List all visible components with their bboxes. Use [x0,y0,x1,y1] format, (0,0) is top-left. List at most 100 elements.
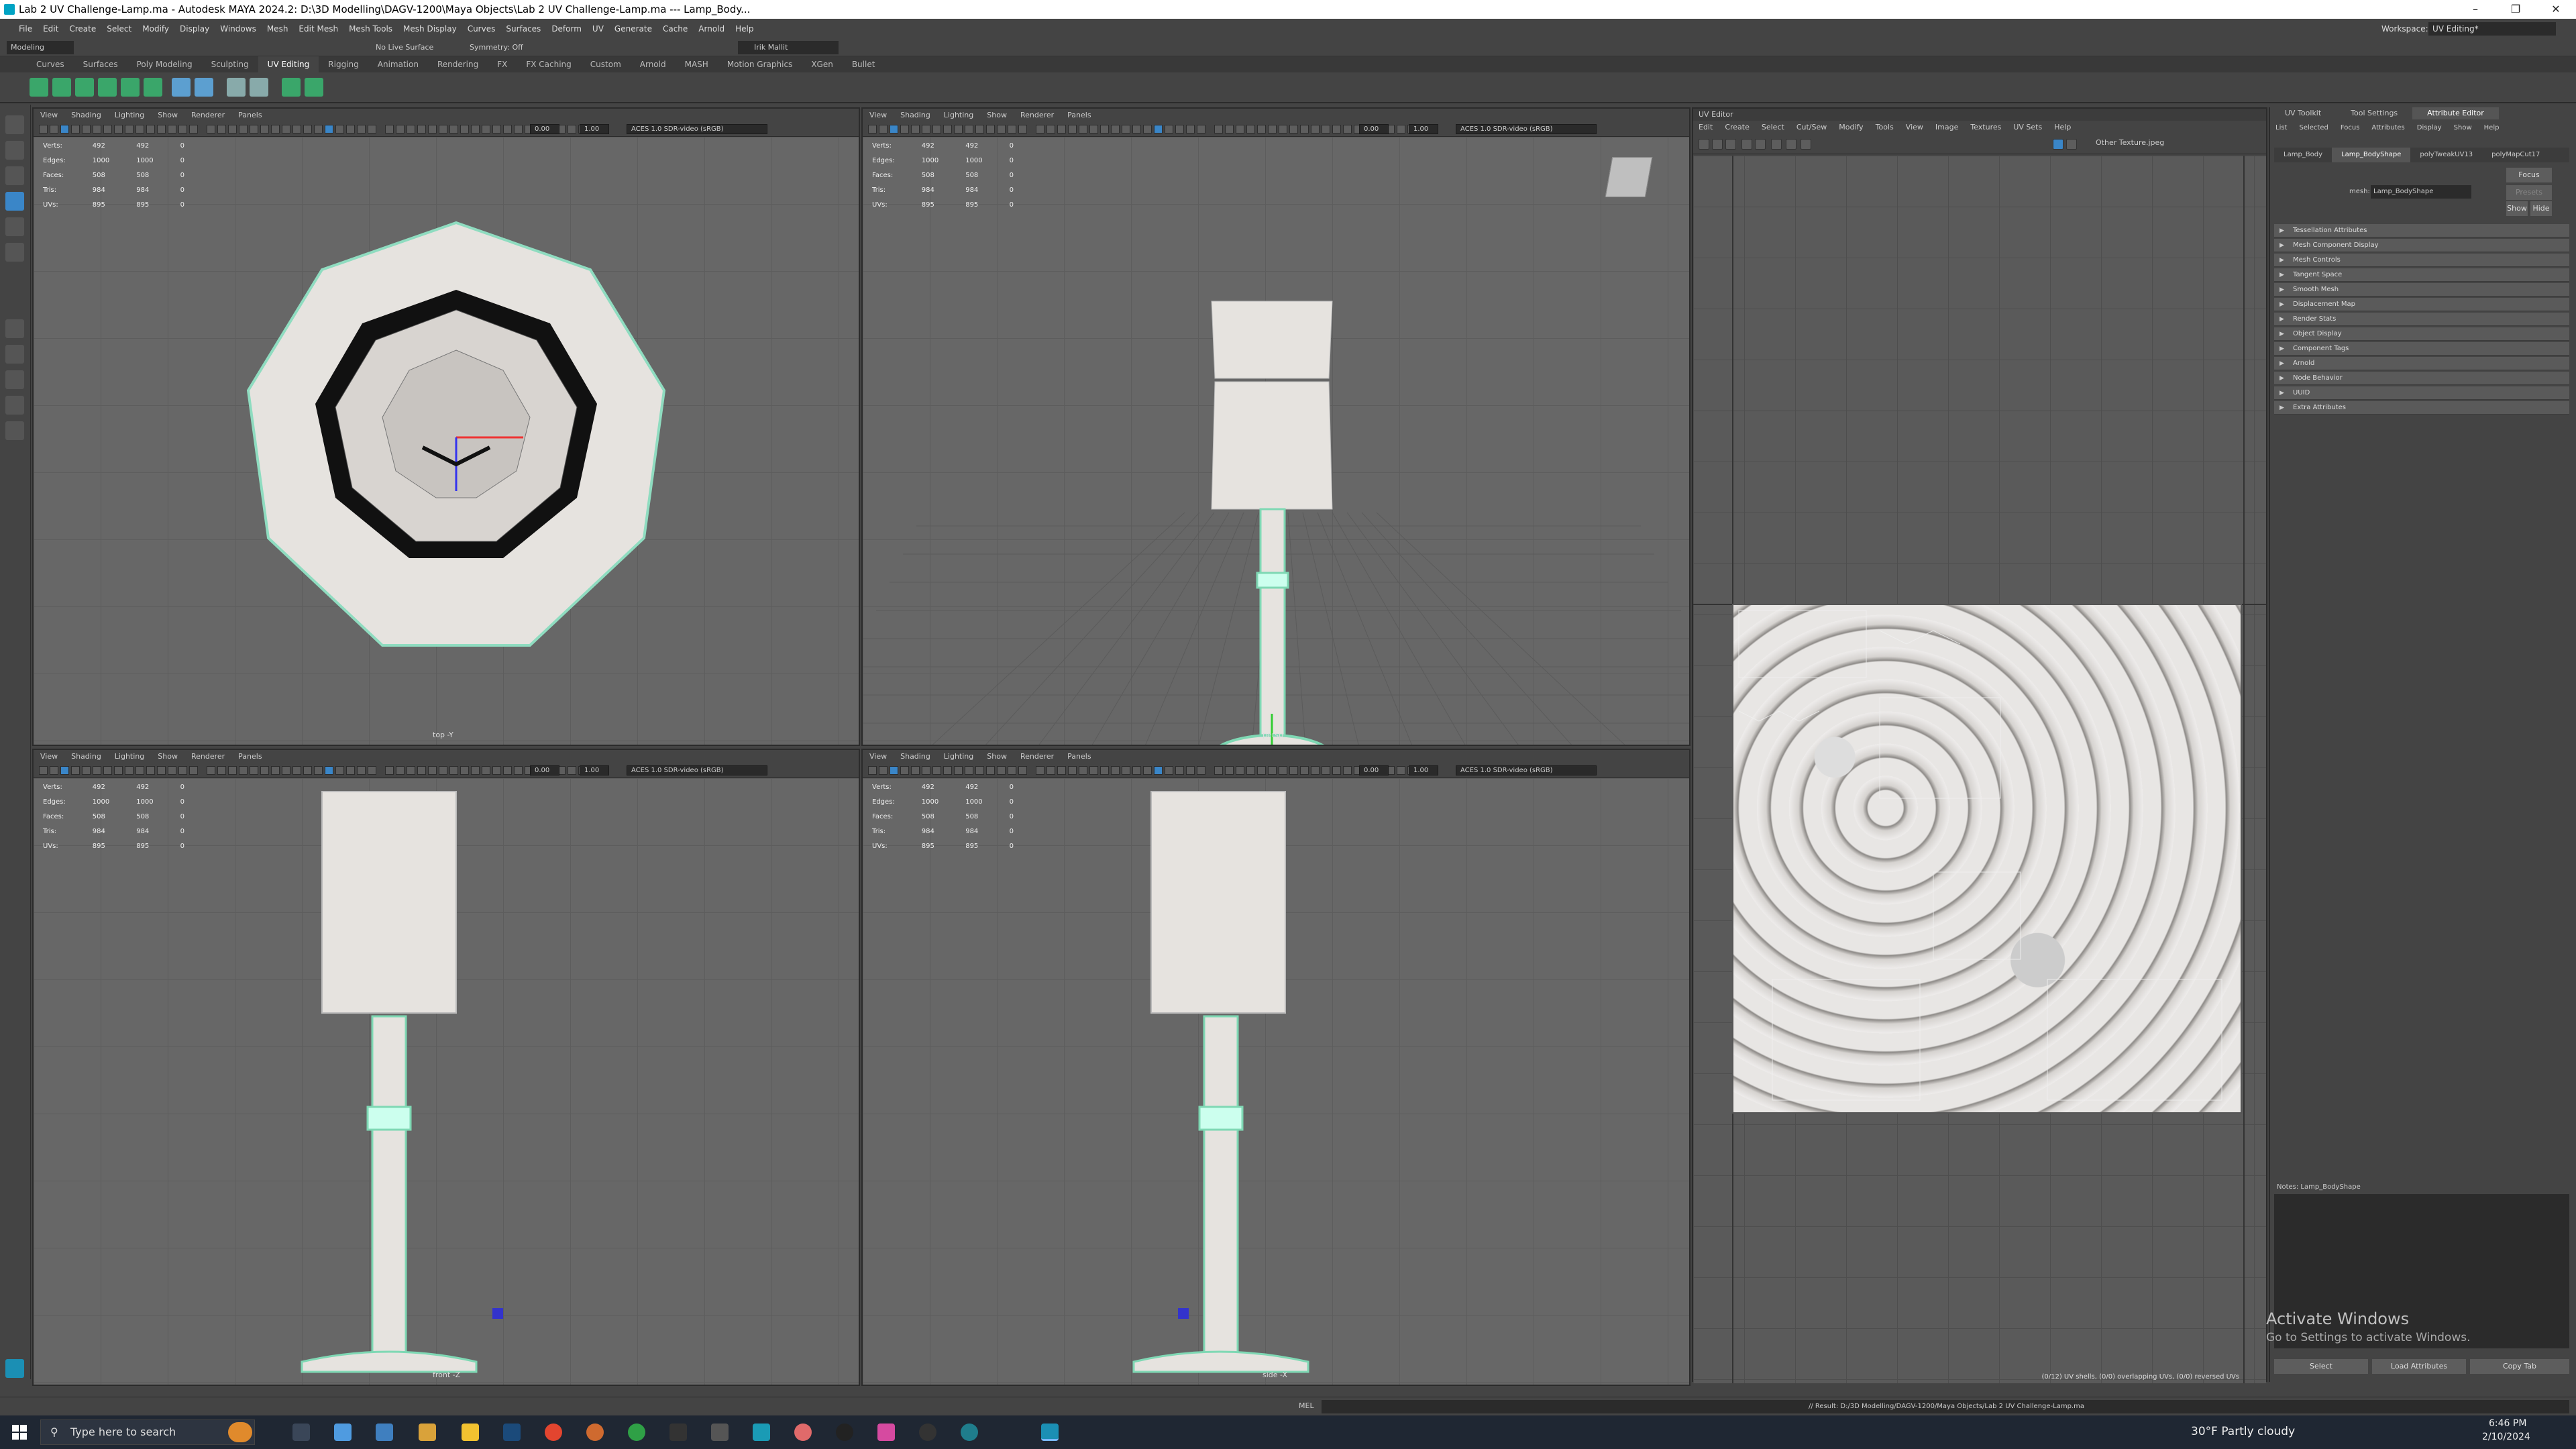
viewport-tool-icon[interactable] [1165,766,1173,775]
viewport-tool-icon[interactable] [178,125,187,133]
cut-uv-icon[interactable] [172,78,191,97]
viewport-tool-icon[interactable] [1175,766,1184,775]
uv-menu-edit[interactable]: Edit [1699,123,1725,131]
attr-menu-display[interactable]: Display [2417,124,2454,131]
viewport-tool-icon[interactable] [986,125,995,133]
viewport-tool-icon[interactable] [1008,766,1016,775]
viewport-tool-icon[interactable] [911,125,920,133]
menu-mesh-tools[interactable]: Mesh Tools [343,19,398,39]
app-icon-1[interactable] [669,1424,687,1441]
viewport-tool-icon[interactable] [503,125,512,133]
menu-select[interactable]: Select [101,19,137,39]
viewport-tool-icon[interactable] [1225,125,1234,133]
viewport-menu-renderer[interactable]: Renderer [1014,750,1061,763]
attr-tab-tool-settings[interactable]: Tool Settings [2336,107,2412,119]
gamma-field[interactable]: 1.00 [580,124,609,134]
uv-menu-select[interactable]: Select [1762,123,1796,131]
viewport-tool-icon[interactable] [1332,125,1341,133]
persp-outliner-icon[interactable] [5,370,24,389]
viewport-tool-icon[interactable] [1008,125,1016,133]
cylindrical-map-icon[interactable] [75,78,94,97]
viewport-tool-icon[interactable] [1046,125,1055,133]
viewport-tool-icon[interactable] [911,766,920,775]
viewport-tool-icon[interactable] [492,766,501,775]
viewport-tool-icon[interactable] [568,125,576,133]
viewport-tool-icon[interactable] [114,125,123,133]
viewport-tool-icon[interactable] [1186,125,1195,133]
close-button[interactable]: ✕ [2536,0,2576,19]
viewport-tool-icon[interactable] [292,125,301,133]
viewport-tool-icon[interactable] [439,766,447,775]
viewport-tool-icon[interactable] [1257,125,1266,133]
attr-menu-help[interactable]: Help [2484,124,2512,131]
uv-dim-icon[interactable] [1771,139,1782,150]
viewport-tool-icon[interactable] [1236,125,1244,133]
viewport-menu-shading[interactable]: Shading [64,750,108,763]
view-cube[interactable] [1605,157,1653,197]
viewport-tool-icon[interactable] [1343,125,1352,133]
uv-menu-uv-sets[interactable]: UV Sets [2013,123,2054,131]
viewport-tool-icon[interactable] [1165,125,1173,133]
viewport-tool-icon[interactable] [1175,125,1184,133]
viewport-tool-icon[interactable] [1057,766,1066,775]
menu-surfaces[interactable]: Surfaces [500,19,546,39]
viewport-tool-icon[interactable] [93,766,101,775]
viewport-tool-icon[interactable] [954,766,963,775]
shelf-tab-bullet[interactable]: Bullet [843,56,885,72]
viewport-tool-icon[interactable] [136,766,144,775]
viewport-tool-icon[interactable] [103,766,112,775]
shelf-tab-sculpting[interactable]: Sculpting [202,56,258,72]
viewport-tool-icon[interactable] [1397,766,1405,775]
viewport-menu-view[interactable]: View [863,750,894,763]
viewport-tool-icon[interactable] [1322,125,1330,133]
maya-home-icon[interactable] [5,1359,24,1378]
viewport-tool-icon[interactable] [50,766,58,775]
presets-button[interactable]: Presets [2506,185,2552,200]
viewport-tool-icon[interactable] [568,766,576,775]
viewport-menu-shading[interactable]: Shading [64,109,108,122]
uv-tile-icon[interactable] [2053,139,2063,150]
attr-menu-focus[interactable]: Focus [2341,124,2372,131]
app-icon-8[interactable] [961,1424,978,1441]
spherical-map-icon[interactable] [98,78,117,97]
viewport-menu-show[interactable]: Show [151,109,184,122]
viewport-tool-icon[interactable] [1197,766,1205,775]
uv-snapshot-icon[interactable] [1801,139,1811,150]
attr-section[interactable]: Component Tags [2274,342,2569,356]
viewport-tool-icon[interactable] [125,766,133,775]
viewport-menu-view[interactable]: View [863,109,894,122]
viewport-tool-icon[interactable] [303,766,312,775]
single-perspective-icon[interactable] [5,319,24,338]
viewport-tool-icon[interactable] [60,125,69,133]
attr-section[interactable]: Smooth Mesh [2274,283,2569,297]
file-explorer-icon[interactable] [462,1424,479,1441]
shelf-tab-xgen[interactable]: XGen [802,56,843,72]
viewport-tool-icon[interactable] [368,766,376,775]
viewport-tool-icon[interactable] [1089,125,1098,133]
viewport-top[interactable]: View Shading Lighting Show Renderer Panels 0.0… [32,107,860,746]
viewport-menu-view[interactable]: View [34,750,64,763]
viewport-tool-icon[interactable] [1079,125,1087,133]
viewport-tool-icon[interactable] [1225,766,1234,775]
viewport-tool-icon[interactable] [228,125,237,133]
viewport-tool-icon[interactable] [439,125,447,133]
viewport-tool-icon[interactable] [1300,125,1309,133]
viewport-tool-icon[interactable] [1246,125,1255,133]
viewport-tool-icon[interactable] [260,125,269,133]
node-tab[interactable]: Lamp_Body [2274,148,2332,162]
viewport-tool-icon[interactable] [71,766,80,775]
viewport-tool-icon[interactable] [282,125,290,133]
viewport-tool-icon[interactable] [1132,125,1141,133]
viewport-menu-lighting[interactable]: Lighting [937,750,980,763]
viewport-tool-icon[interactable] [449,766,458,775]
viewport-menu-lighting[interactable]: Lighting [937,109,980,122]
viewport-tool-icon[interactable] [514,125,523,133]
attr-menu-attributes[interactable]: Attributes [2371,124,2416,131]
copy-tab-button[interactable]: Copy Tab [2470,1359,2569,1374]
viewport-tool-icon[interactable] [217,766,226,775]
viewport-tool-icon[interactable] [368,125,376,133]
viewport-tool-icon[interactable] [1046,766,1055,775]
attr-section[interactable]: Displacement Map [2274,298,2569,311]
viewport-tool-icon[interactable] [1289,125,1298,133]
viewport-tool-icon[interactable] [396,766,405,775]
